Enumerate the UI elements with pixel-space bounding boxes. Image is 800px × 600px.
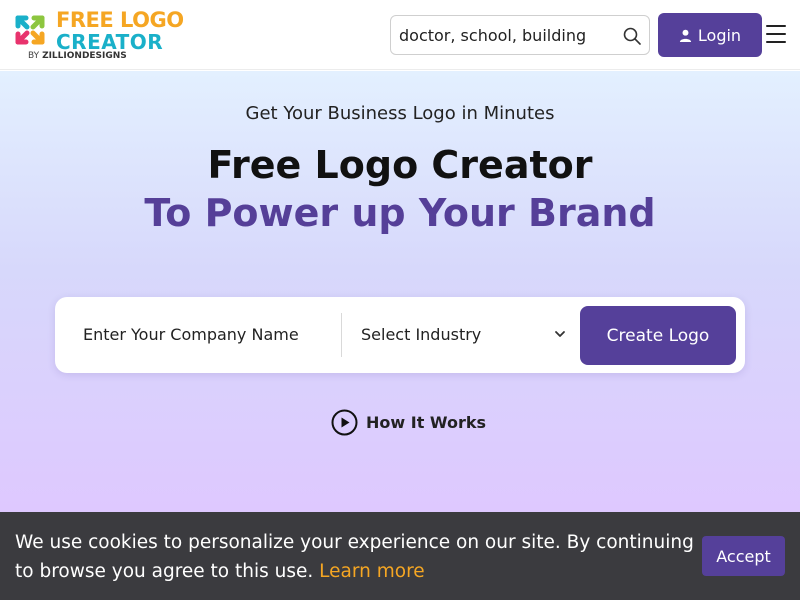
hero-section: Get Your Business Logo in Minutes Free L… bbox=[0, 71, 800, 512]
hero-title: Free Logo Creator bbox=[207, 143, 593, 187]
site-header: FREE LOGO CREATOR BY ZILLIONDESIGNS doct… bbox=[0, 0, 800, 70]
logo-mark-icon bbox=[15, 15, 45, 45]
accept-cookies-button[interactable]: Accept bbox=[702, 536, 785, 576]
chevron-down-icon bbox=[555, 331, 565, 337]
logo-text-line1: FREE LOGO bbox=[56, 8, 184, 32]
hero-title-highlight: To Power up Your Brand bbox=[144, 191, 656, 235]
logo-by-prefix: BY bbox=[28, 51, 40, 61]
industry-select-value: Select Industry bbox=[361, 325, 482, 344]
industry-select[interactable]: Select Industry bbox=[361, 325, 567, 347]
search-icon[interactable] bbox=[623, 27, 641, 45]
login-button[interactable]: Login bbox=[658, 13, 762, 57]
learn-more-link[interactable]: Learn more bbox=[319, 561, 425, 582]
form-divider bbox=[341, 313, 342, 357]
logo-byline: BY ZILLIONDESIGNS bbox=[28, 51, 127, 61]
logo-form: Enter Your Company Name Select Industry … bbox=[55, 297, 745, 373]
login-button-label: Login bbox=[697, 25, 742, 45]
search-input-value[interactable]: doctor, school, building bbox=[399, 26, 586, 45]
hero-subtitle: Get Your Business Logo in Minutes bbox=[245, 103, 555, 124]
user-icon bbox=[679, 29, 691, 42]
how-it-works-label: How It Works bbox=[366, 412, 487, 432]
search-input[interactable]: doctor, school, building bbox=[390, 15, 650, 55]
company-name-input[interactable]: Enter Your Company Name bbox=[83, 325, 299, 344]
hamburger-menu-icon[interactable] bbox=[766, 25, 786, 43]
site-logo[interactable]: FREE LOGO CREATOR BY ZILLIONDESIGNS bbox=[10, 8, 184, 64]
logo-by-brand: ZILLIONDESIGNS bbox=[42, 51, 127, 61]
how-it-works-link[interactable]: How It Works bbox=[331, 408, 486, 436]
play-circle-icon bbox=[331, 409, 358, 435]
create-logo-button[interactable]: Create Logo bbox=[580, 306, 736, 365]
cookie-message: We use cookies to personalize your exper… bbox=[15, 528, 695, 586]
cookie-banner: We use cookies to personalize your exper… bbox=[0, 512, 800, 600]
